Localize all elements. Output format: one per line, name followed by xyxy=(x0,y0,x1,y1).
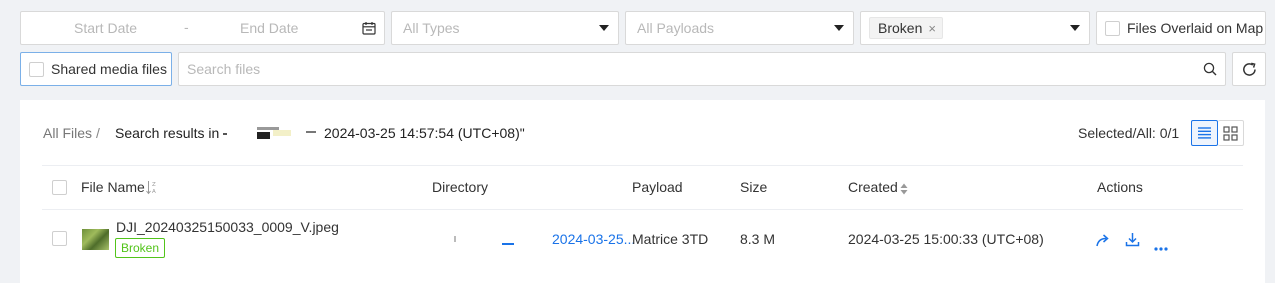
chevron-down-icon xyxy=(1070,25,1080,31)
payload-select-value: All Payloads xyxy=(637,20,715,36)
svg-text:Z: Z xyxy=(152,182,156,188)
column-created[interactable]: Created xyxy=(848,179,898,195)
created-value: 2024-03-25 15:00:33 (UTC+08) xyxy=(848,231,1044,247)
status-tag-label: Broken xyxy=(878,20,923,36)
grid-view-icon xyxy=(1223,126,1238,141)
grid-view-button[interactable] xyxy=(1218,120,1244,146)
breadcrumb-search-prefix: Search results in xyxy=(115,125,220,141)
type-select[interactable]: All Types xyxy=(391,11,619,45)
sort-icon[interactable] xyxy=(900,182,908,198)
refresh-icon xyxy=(1241,61,1258,81)
overlay-label: Files Overlaid on Map xyxy=(1127,20,1264,36)
date-separator: - xyxy=(184,19,189,35)
status-tag: Broken × xyxy=(869,17,943,39)
date-range-picker[interactable]: Start Date - End Date xyxy=(20,11,385,45)
column-size: Size xyxy=(740,179,768,195)
close-icon[interactable]: × xyxy=(928,21,936,36)
type-select-value: All Types xyxy=(403,20,460,36)
search-input[interactable]: Search files xyxy=(187,61,260,77)
sort-az-icon[interactable]: ZA xyxy=(146,180,157,198)
payload-select[interactable]: All Payloads xyxy=(625,11,854,45)
search-box[interactable]: Search files xyxy=(178,52,1226,86)
size-value: 8.3 M xyxy=(740,231,776,247)
refresh-button[interactable] xyxy=(1232,52,1266,86)
overlay-checkbox[interactable] xyxy=(1105,21,1120,36)
calendar-icon[interactable] xyxy=(362,21,376,38)
shared-files-toggle[interactable]: Shared media files xyxy=(20,52,172,86)
list-view-icon xyxy=(1198,127,1211,139)
directory-link[interactable]: 2024-03-25... xyxy=(552,231,635,247)
select-all-checkbox[interactable] xyxy=(52,180,67,195)
breadcrumb-root[interactable]: All Files xyxy=(43,125,92,141)
payload-value: Matrice 3TD xyxy=(632,231,709,247)
shared-files-label: Shared media files xyxy=(51,61,167,77)
chevron-down-icon xyxy=(599,25,609,31)
breadcrumb-separator: / xyxy=(96,125,100,141)
list-view-button[interactable] xyxy=(1191,120,1218,146)
overlay-toggle[interactable]: Files Overlaid on Map xyxy=(1096,11,1266,45)
breadcrumb-redacted xyxy=(223,125,323,141)
start-date-input[interactable]: Start Date xyxy=(74,20,137,36)
file-thumbnail[interactable] xyxy=(82,229,109,250)
chevron-down-icon xyxy=(834,25,844,31)
header-divider xyxy=(42,165,1243,166)
row-checkbox[interactable] xyxy=(52,231,67,246)
column-directory: Directory xyxy=(432,179,489,195)
svg-text:A: A xyxy=(152,189,156,195)
column-file-name[interactable]: File Name xyxy=(81,179,145,195)
table-row[interactable]: DJI_20240325150033_0009_V.jpeg Broken 20… xyxy=(42,210,1243,270)
file-list-panel: All Files / Search results in 2024-03-25… xyxy=(20,100,1265,283)
more-icon[interactable] xyxy=(1154,238,1168,254)
file-name[interactable]: DJI_20240325150033_0009_V.jpeg xyxy=(116,219,339,235)
selection-count: Selected/All: 0/1 xyxy=(1078,125,1180,141)
breadcrumb-search-suffix: 2024-03-25 14:57:54 (UTC+08)" xyxy=(324,125,525,141)
column-actions: Actions xyxy=(1097,179,1143,195)
share-icon[interactable] xyxy=(1095,233,1111,251)
search-icon[interactable] xyxy=(1203,62,1217,79)
status-select[interactable]: Broken × xyxy=(860,11,1090,45)
status-badge: Broken xyxy=(115,238,166,258)
column-payload: Payload xyxy=(632,179,683,195)
end-date-input[interactable]: End Date xyxy=(240,20,298,36)
download-icon[interactable] xyxy=(1125,232,1140,250)
directory-redacted xyxy=(452,234,548,246)
shared-files-checkbox[interactable] xyxy=(29,62,44,77)
